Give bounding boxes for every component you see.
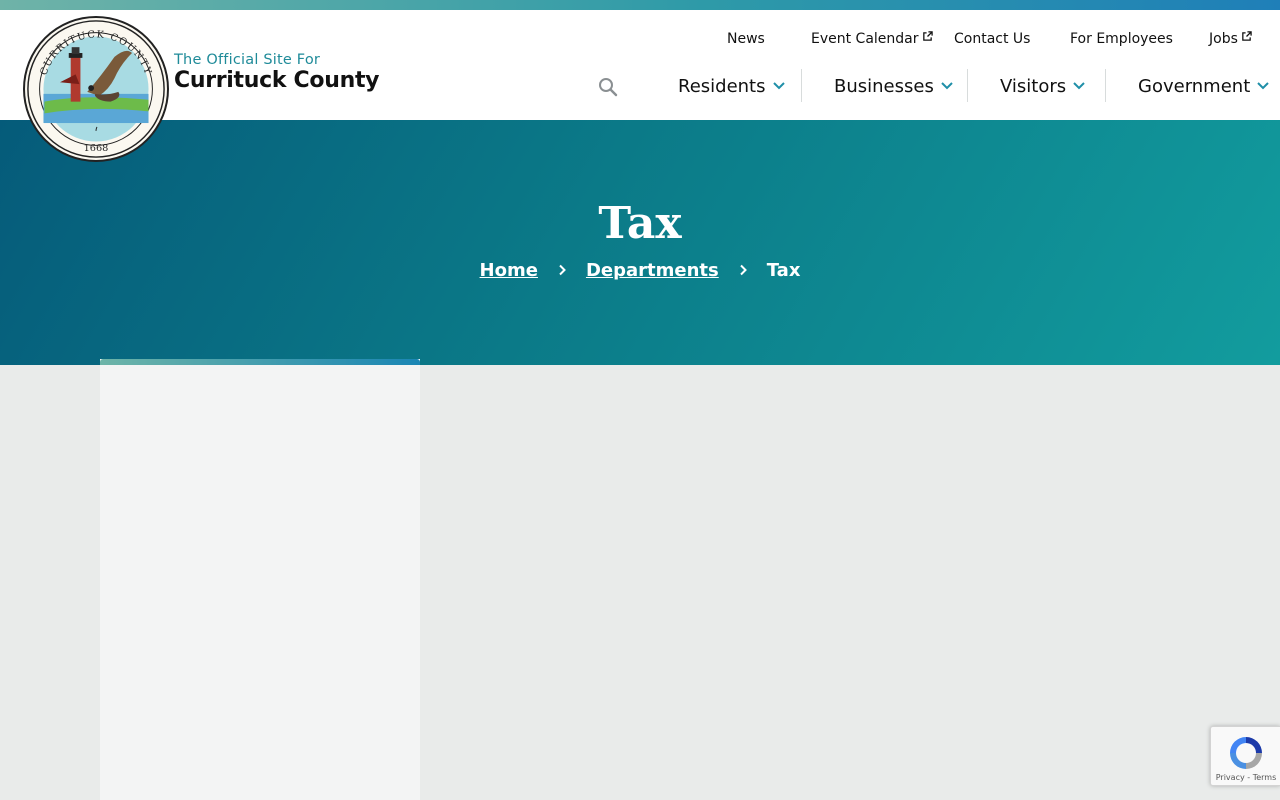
nav-divider bbox=[1105, 69, 1106, 102]
nav-residents[interactable]: Residents bbox=[678, 72, 786, 102]
recaptcha-badge[interactable]: Privacy - Terms bbox=[1210, 726, 1280, 786]
search-button[interactable] bbox=[597, 76, 619, 98]
breadcrumb-departments[interactable]: Departments bbox=[586, 260, 719, 281]
recaptcha-icon bbox=[1230, 737, 1262, 769]
top-accent-stripe bbox=[0, 0, 1280, 10]
chevron-right-icon bbox=[559, 264, 566, 276]
sidebar-accent-bar bbox=[100, 359, 420, 365]
nav-government[interactable]: Government bbox=[1138, 72, 1270, 102]
chevron-down-icon bbox=[772, 82, 785, 90]
recaptcha-links: Privacy - Terms bbox=[1215, 773, 1277, 782]
external-link-icon bbox=[1242, 31, 1252, 41]
utility-nav: News Event Calendar Contact Us For Emplo… bbox=[0, 30, 1280, 48]
svg-text:1668: 1668 bbox=[84, 143, 109, 154]
external-link-icon bbox=[922, 31, 933, 41]
chevron-down-icon bbox=[1073, 82, 1085, 90]
util-link-news[interactable]: News bbox=[727, 30, 765, 48]
chevron-right-icon bbox=[740, 264, 747, 276]
util-link-jobs[interactable]: Jobs bbox=[1209, 30, 1252, 48]
util-link-contact-us[interactable]: Contact Us bbox=[954, 30, 1030, 48]
breadcrumb: Home Departments Tax bbox=[0, 260, 1280, 281]
util-link-for-employees[interactable]: For Employees bbox=[1070, 30, 1173, 48]
sidebar-panel bbox=[100, 359, 420, 800]
seal-graphic: CURRITUCK COUNTY 1668 bbox=[27, 20, 165, 158]
site-tagline: The Official Site For bbox=[174, 52, 321, 68]
nav-businesses[interactable]: Businesses bbox=[834, 72, 954, 102]
search-icon bbox=[599, 78, 618, 97]
nav-divider bbox=[801, 69, 802, 102]
page-hero: Tax Home Departments Tax bbox=[0, 120, 1280, 365]
page-title: Tax bbox=[598, 198, 682, 249]
breadcrumb-current: Tax bbox=[766, 260, 801, 281]
util-link-event-calendar[interactable]: Event Calendar bbox=[811, 30, 933, 48]
site-header: CURRITUCK COUNTY 1668 The Official Site … bbox=[0, 10, 1280, 162]
breadcrumb-home[interactable]: Home bbox=[480, 260, 538, 281]
county-seal-logo[interactable]: CURRITUCK COUNTY 1668 bbox=[23, 16, 169, 162]
site-title: Currituck County bbox=[174, 68, 380, 93]
chevron-down-icon bbox=[941, 82, 953, 90]
nav-divider bbox=[967, 69, 968, 102]
nav-visitors[interactable]: Visitors bbox=[1000, 72, 1086, 102]
recaptcha-privacy-link[interactable]: Privacy bbox=[1216, 773, 1245, 782]
site-name[interactable]: The Official Site For Currituck County bbox=[174, 52, 380, 94]
chevron-down-icon bbox=[1257, 82, 1269, 90]
recaptcha-terms-link[interactable]: Terms bbox=[1253, 773, 1277, 782]
